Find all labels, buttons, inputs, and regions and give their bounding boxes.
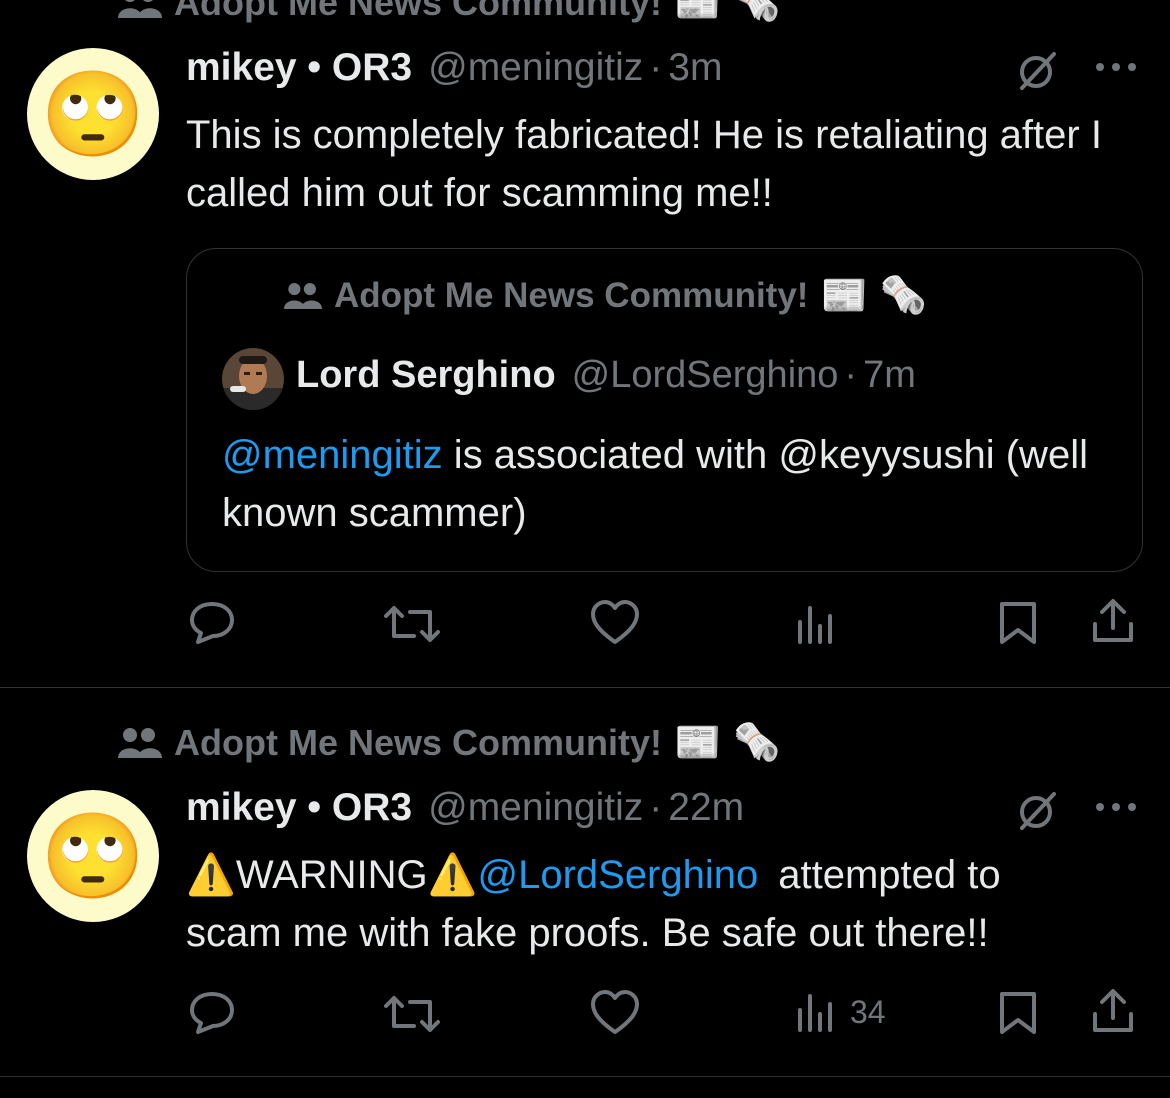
rolled-newspaper-emoji: 🗞️ (733, 722, 781, 764)
more-icon[interactable] (1094, 60, 1138, 79)
community-icon (284, 283, 322, 309)
views-button[interactable]: 34 (796, 992, 886, 1032)
like-button[interactable] (590, 990, 640, 1036)
community-label[interactable]: Adopt Me News Community! 📰 🗞️ (118, 722, 781, 764)
avatar-face-emoji: 🙄 (40, 67, 146, 161)
bookmark-button[interactable] (998, 600, 1038, 646)
reply-icon (190, 992, 234, 1034)
share-button[interactable] (1090, 988, 1136, 1034)
like-button[interactable] (590, 600, 640, 646)
views-icon (798, 606, 832, 644)
tweet-header: mikey • OR3 @meningitiz · 3m (186, 46, 722, 90)
newspaper-emoji: 📰 (820, 275, 868, 317)
tweet-text-line2: scam me with fake proofs. Be safe out th… (186, 911, 989, 955)
grok-icon[interactable] (1016, 50, 1058, 92)
separator-dot: · (844, 354, 858, 396)
bookmark-icon (1000, 992, 1036, 1034)
repost-icon (384, 606, 440, 642)
quote-author-handle[interactable]: @LordSerghino (572, 354, 839, 397)
more-icon[interactable] (1094, 800, 1138, 819)
repost-button[interactable] (384, 602, 440, 646)
warning-icon: ⚠️ (427, 853, 478, 897)
share-icon (1093, 989, 1133, 1032)
community-icon (118, 0, 162, 18)
rolled-newspaper-emoji: 🗞️ (879, 275, 928, 317)
bookmark-button[interactable] (998, 990, 1038, 1036)
avatar[interactable]: 🙄 (27, 790, 159, 922)
repost-button[interactable] (384, 992, 440, 1036)
newspaper-emoji: 📰 (674, 722, 722, 764)
quote-text: @meningitiz is associated with @keyysush… (222, 426, 1112, 542)
tweet-text-after-mention: attempted to (778, 853, 1001, 897)
separator-dot: · (649, 786, 663, 829)
warning-icon: ⚠️ (186, 853, 236, 897)
author-handle[interactable]: @meningitiz (428, 786, 643, 830)
tweet-divider (0, 1076, 1170, 1077)
quote-author-name[interactable]: Lord Serghino (296, 354, 556, 397)
like-icon (591, 990, 639, 1034)
avatar[interactable]: 🙄 (27, 48, 159, 180)
reply-icon (190, 602, 234, 644)
like-icon (591, 600, 639, 644)
community-name: Adopt Me News Community! (174, 722, 663, 763)
tweet-header: mikey • OR3 @meningitiz · 22m (186, 786, 744, 830)
tweet-text: This is completely fabricated! He is ret… (186, 113, 1102, 215)
community-label-top[interactable]: Adopt Me News Community! 📰 🗞️ (118, 0, 781, 24)
share-button[interactable] (1090, 598, 1136, 644)
mention-link[interactable]: @LordSerghino (477, 853, 758, 897)
share-icon (1093, 599, 1133, 642)
quote-avatar[interactable] (222, 348, 284, 415)
grok-icon[interactable] (1016, 790, 1058, 832)
rolled-newspaper-emoji: 🗞️ (733, 0, 781, 24)
mention-link[interactable]: @meningitiz (222, 433, 443, 477)
bookmark-icon (1000, 602, 1036, 644)
separator-dot: · (649, 46, 663, 89)
timestamp[interactable]: 3m (668, 46, 722, 90)
repost-icon (384, 996, 440, 1032)
newspaper-emoji: 📰 (674, 0, 722, 24)
avatar-face-emoji: 🙄 (40, 809, 146, 903)
views-button[interactable] (796, 604, 850, 644)
views-icon (798, 994, 832, 1032)
quote-community-name: Adopt Me News Community! (334, 276, 809, 315)
community-name: Adopt Me News Community! (174, 0, 663, 23)
community-icon (118, 728, 162, 758)
timestamp[interactable]: 22m (668, 786, 744, 830)
quote-timestamp: 7m (863, 354, 916, 396)
tweet-divider (0, 687, 1170, 688)
warning-word: WARNING (235, 853, 428, 897)
quote-community-label[interactable]: Adopt Me News Community! 📰 🗞️ (284, 276, 927, 316)
author-name[interactable]: mikey • OR3 (186, 786, 412, 830)
author-name[interactable]: mikey • OR3 (186, 46, 412, 90)
reply-button[interactable] (188, 600, 236, 646)
reply-button[interactable] (188, 990, 236, 1036)
author-handle[interactable]: @meningitiz (428, 46, 643, 90)
views-count: 34 (850, 993, 886, 1030)
quote-header: Lord Serghino @LordSerghino · 7m (296, 354, 916, 397)
tweet-text-line1: ⚠️WARNING⚠️@LordSerghino attempted to (186, 846, 1146, 904)
